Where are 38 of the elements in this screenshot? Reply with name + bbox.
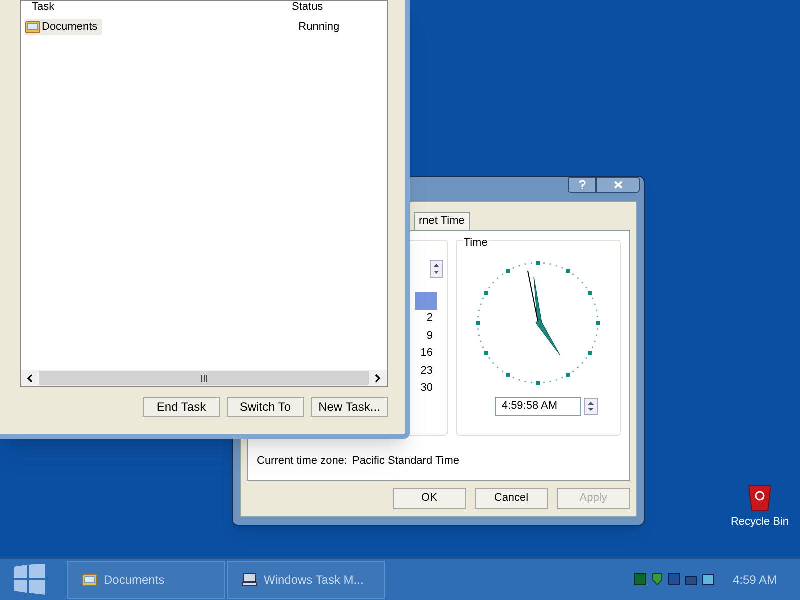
column-header[interactable]: Status: [292, 0, 324, 16]
grip-icon: [200, 374, 208, 382]
selected-day-highlight: [415, 292, 437, 310]
dialog-button[interactable]: Cancel: [475, 488, 548, 509]
scroll-left-icon[interactable]: [27, 374, 33, 382]
calendar-day[interactable]: 2: [426, 310, 437, 328]
help-button[interactable]: [568, 177, 596, 193]
spinner-icon[interactable]: [584, 398, 598, 414]
scroll-right-icon[interactable]: [375, 374, 381, 382]
dialog-button[interactable]: End Task: [143, 397, 220, 417]
folder-icon: [25, 20, 41, 34]
dialog-button[interactable]: New Task...: [311, 397, 388, 417]
shield-icon[interactable]: [650, 573, 664, 586]
calendar-day[interactable]: 16: [420, 345, 437, 362]
folder-icon: [82, 572, 98, 586]
taskbar-clock[interactable]: 4:59 AM: [732, 570, 777, 588]
time-zone-label: Current time zone:: [257, 454, 348, 469]
start-logo-icon[interactable]: [14, 564, 45, 595]
dialog-button[interactable]: OK: [393, 488, 466, 509]
task-status: Running: [298, 20, 340, 35]
time-zone-value: Pacific Standard Time: [352, 454, 460, 469]
time-field[interactable]: 4:59:58 AM: [494, 396, 581, 416]
task-row[interactable]: Documents: [25, 18, 102, 36]
calendar-day[interactable]: 23: [420, 362, 437, 380]
dialog-button[interactable]: Switch To: [227, 397, 304, 417]
calendar-day[interactable]: 9: [426, 328, 437, 345]
close-icon: [614, 181, 622, 189]
scrollbar-thumb[interactable]: [39, 371, 369, 385]
desktop-icon-label[interactable]: Recycle Bin: [730, 514, 790, 530]
tab[interactable]: rnet Time: [414, 212, 470, 230]
task-name: Documents: [42, 20, 98, 35]
horizontal-scrollbar[interactable]: [21, 370, 387, 386]
close-button[interactable]: [596, 177, 640, 193]
column-header[interactable]: Task: [32, 0, 292, 16]
computer-icon: [242, 572, 258, 586]
spinner-icon[interactable]: [430, 260, 443, 278]
calendar-day[interactable]: 30: [420, 380, 437, 398]
question-mark-icon: [578, 180, 586, 190]
